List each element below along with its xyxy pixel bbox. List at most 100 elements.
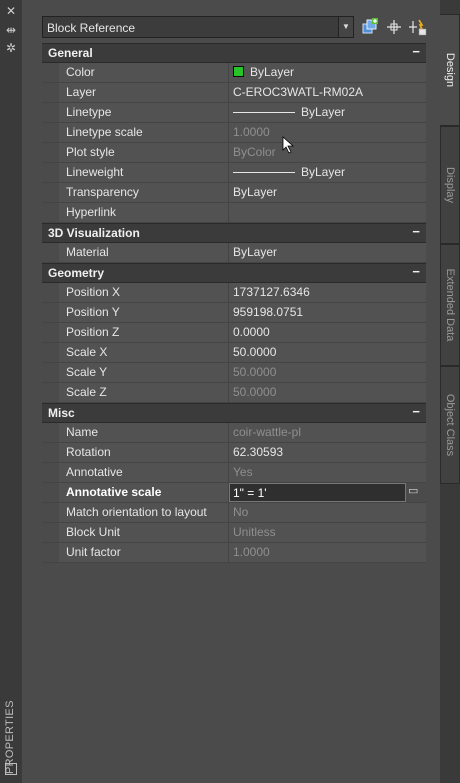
- tab-extended-data[interactable]: Extended Data: [440, 244, 460, 366]
- palette-title-strip: ✕ ⇹ ✲ PROPERTIES: [0, 0, 23, 783]
- mouse-cursor-icon: [282, 136, 295, 154]
- property-row-annotative[interactable]: Annotative Yes: [42, 463, 426, 483]
- property-row-block-unit[interactable]: Block Unit Unitless: [42, 523, 426, 543]
- property-row-hyperlink[interactable]: Hyperlink: [42, 203, 426, 223]
- property-row-transparency[interactable]: Transparency ByLayer: [42, 183, 426, 203]
- property-name: Position Z: [59, 323, 229, 342]
- property-value[interactable]: 959198.0751: [229, 303, 426, 322]
- select-objects-button[interactable]: [384, 17, 404, 37]
- palette-settings-icon[interactable]: ✲: [4, 42, 18, 54]
- property-value[interactable]: No: [229, 503, 426, 522]
- property-value[interactable]: ByColor: [229, 143, 426, 162]
- property-value[interactable]: 50.0000: [229, 343, 426, 362]
- property-name: Rotation: [59, 443, 229, 462]
- property-name: Linetype scale: [59, 123, 229, 142]
- toggle-pickadd-button[interactable]: [360, 17, 380, 37]
- property-name: Scale Y: [59, 363, 229, 382]
- property-row-linetype-scale[interactable]: Linetype scale 1.0000: [42, 123, 426, 143]
- category-misc[interactable]: Misc −: [42, 403, 426, 423]
- property-value[interactable]: Yes: [229, 463, 426, 482]
- category-3d-visualization[interactable]: 3D Visualization −: [42, 223, 426, 243]
- property-row-scale-x[interactable]: Scale X 50.0000: [42, 343, 426, 363]
- tab-label: Display: [444, 166, 456, 204]
- property-row-linetype[interactable]: Linetype ByLayer: [42, 103, 426, 123]
- property-value[interactable]: C-EROC3WATL-RM02A: [229, 83, 426, 102]
- property-name: Layer: [59, 83, 229, 102]
- object-type-dropdown[interactable]: Block Reference ▼: [42, 16, 354, 38]
- property-name: Scale X: [59, 343, 229, 362]
- property-value[interactable]: ByLayer: [229, 243, 426, 262]
- property-value[interactable]: 50.0000: [229, 363, 426, 382]
- property-row-plot-style[interactable]: Plot style ByColor: [42, 143, 426, 163]
- property-row-lineweight[interactable]: Lineweight ByLayer: [42, 163, 426, 183]
- category-geometry[interactable]: Geometry −: [42, 263, 426, 283]
- palette-properties-icon[interactable]: [5, 763, 17, 775]
- object-type-value: Block Reference: [47, 21, 136, 35]
- property-name: Transparency: [59, 183, 229, 202]
- tab-design[interactable]: Design: [440, 14, 460, 126]
- property-row-match-orientation[interactable]: Match orientation to layout No: [42, 503, 426, 523]
- property-name: Scale Z: [59, 383, 229, 402]
- property-row-position-y[interactable]: Position Y 959198.0751: [42, 303, 426, 323]
- property-name: Linetype: [59, 103, 229, 122]
- close-icon[interactable]: ✕: [4, 5, 18, 17]
- category-title: General: [48, 46, 93, 60]
- chevron-down-icon[interactable]: ▼: [338, 17, 353, 37]
- property-name: Plot style: [59, 143, 229, 162]
- category-title: Geometry: [48, 266, 105, 280]
- edit-scale-list-icon[interactable]: ▭: [408, 485, 420, 497]
- property-value[interactable]: ByLayer: [229, 63, 426, 82]
- collapse-icon[interactable]: −: [412, 224, 420, 239]
- property-value[interactable]: Unitless: [229, 523, 426, 542]
- property-value[interactable]: ByLayer: [229, 183, 426, 202]
- property-row-color[interactable]: Color ByLayer: [42, 63, 426, 83]
- tab-label: Design: [443, 52, 456, 88]
- collapse-icon[interactable]: −: [412, 44, 420, 59]
- property-value[interactable]: 50.0000: [229, 383, 426, 402]
- property-name: Position X: [59, 283, 229, 302]
- property-name: Color: [59, 63, 229, 82]
- property-name: Annotative: [59, 463, 229, 482]
- property-row-unit-factor[interactable]: Unit factor 1.0000: [42, 543, 426, 563]
- collapse-icon[interactable]: −: [412, 404, 420, 419]
- palette-title: PROPERTIES: [4, 700, 16, 774]
- collapse-icon[interactable]: −: [412, 264, 420, 279]
- select-objects-icon: [387, 20, 401, 34]
- lineweight-preview-icon: [233, 172, 295, 173]
- category-general[interactable]: General −: [42, 43, 426, 63]
- property-row-annotative-scale[interactable]: Annotative scale 1" = 1' ▭: [42, 483, 426, 503]
- category-title: 3D Visualization: [48, 226, 140, 240]
- pickadd-icon: [362, 18, 378, 34]
- tab-label: Extended Data: [444, 268, 456, 342]
- color-swatch-icon: [233, 66, 244, 77]
- property-name: Block Unit: [59, 523, 229, 542]
- property-name: Match orientation to layout: [59, 503, 229, 522]
- property-name: Name: [59, 423, 229, 442]
- property-row-position-x[interactable]: Position X 1737127.6346: [42, 283, 426, 303]
- quick-select-button[interactable]: [408, 17, 428, 37]
- property-name: Unit factor: [59, 543, 229, 562]
- auto-hide-icon[interactable]: ⇹: [4, 24, 18, 36]
- property-value[interactable]: 62.30593: [229, 443, 426, 462]
- property-row-scale-z[interactable]: Scale Z 50.0000: [42, 383, 426, 403]
- property-row-material[interactable]: Material ByLayer: [42, 243, 426, 263]
- tab-object-class[interactable]: Object Class: [440, 366, 460, 484]
- category-title: Misc: [48, 406, 75, 420]
- property-value[interactable]: 1.0000: [229, 123, 426, 142]
- property-value[interactable]: ByLayer: [229, 163, 426, 182]
- property-row-position-z[interactable]: Position Z 0.0000: [42, 323, 426, 343]
- property-row-layer[interactable]: Layer C-EROC3WATL-RM02A: [42, 83, 426, 103]
- property-value[interactable]: 0.0000: [229, 323, 426, 342]
- tab-display[interactable]: Display: [440, 126, 460, 244]
- tab-label: Object Class: [444, 393, 456, 457]
- property-row-rotation[interactable]: Rotation 62.30593: [42, 443, 426, 463]
- property-row-name[interactable]: Name coir-wattle-pl: [42, 423, 426, 443]
- property-value[interactable]: 1.0000: [229, 543, 426, 562]
- property-value[interactable]: ByLayer: [229, 103, 426, 122]
- property-value[interactable]: [229, 203, 426, 222]
- property-row-scale-y[interactable]: Scale Y 50.0000: [42, 363, 426, 383]
- property-value[interactable]: coir-wattle-pl: [229, 423, 426, 442]
- linetype-preview-icon: [233, 112, 295, 113]
- annotative-scale-input[interactable]: 1" = 1': [229, 483, 406, 502]
- property-value[interactable]: 1737127.6346: [229, 283, 426, 302]
